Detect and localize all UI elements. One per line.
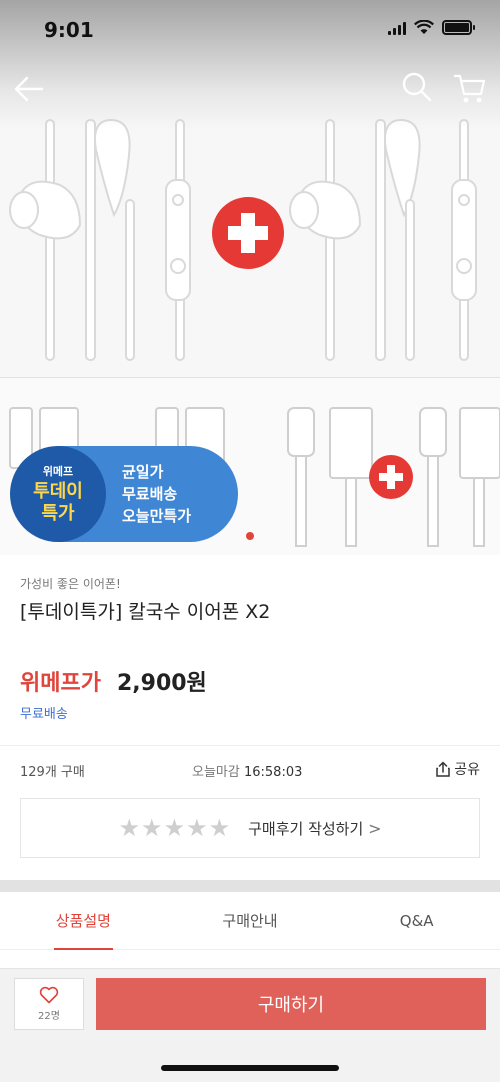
badge-logo: 위메프 투데이 특가: [10, 446, 106, 542]
tab-purchase-info[interactable]: 구매안내: [167, 892, 334, 949]
price-value: 2,900원: [116, 671, 207, 696]
header-nav: [0, 64, 500, 114]
star-icon: ★: [141, 814, 163, 842]
home-indicator: [161, 1065, 339, 1071]
carousel-indicator-dot: [246, 532, 254, 540]
heart-icon: [39, 986, 59, 1004]
write-review-button[interactable]: ★ ★ ★ ★ ★ 구매후기 작성하기 >: [20, 798, 480, 858]
badge-benefit-3: 오늘만특가: [122, 507, 192, 525]
section-gap: [0, 880, 500, 892]
cart-icon[interactable]: [452, 70, 488, 106]
price-label: 위메프가: [20, 671, 101, 696]
divider: [0, 745, 500, 746]
status-icons: [388, 20, 475, 35]
share-icon: [436, 761, 450, 777]
star-icon: ★: [186, 814, 208, 842]
product-subtitle: 가성비 좋은 이어폰!: [20, 577, 121, 591]
status-time: 9:01: [44, 18, 94, 42]
buy-button[interactable]: 구매하기: [96, 978, 486, 1030]
stats-row: 129개 구매 오늘마감 16:58:03 공유: [20, 761, 480, 783]
buy-count: 129개 구매: [20, 765, 85, 780]
wifi-icon: [414, 20, 434, 34]
share-button[interactable]: 공유: [435, 759, 480, 779]
star-icon: ★: [208, 814, 231, 842]
status-bar: 9:01: [0, 0, 500, 60]
share-label: 공유: [454, 762, 480, 778]
star-icon: ★: [118, 814, 141, 842]
wishlist-button[interactable]: 22명: [14, 978, 84, 1030]
star-icon: ★: [163, 814, 186, 842]
chevron-right-icon: >: [368, 818, 382, 838]
bottom-action-bar: 22명 구매하기: [0, 968, 500, 1082]
rating-stars: ★ ★ ★ ★ ★: [119, 816, 231, 840]
product-title: [투데이특가] 칼국수 이어폰 X2: [20, 601, 271, 623]
price-row: 위메프가 2,900원: [20, 665, 207, 697]
write-review-text: 구매후기 작성하기: [248, 819, 364, 838]
search-icon[interactable]: [400, 70, 434, 104]
back-arrow-icon[interactable]: [12, 72, 46, 106]
badge-benefit-1: 균일가: [122, 463, 164, 481]
badge-benefit-2: 무료배송: [122, 485, 178, 503]
signal-icon: [388, 21, 406, 35]
tab-qna[interactable]: Q&A: [333, 892, 500, 949]
wishlist-count: 22명: [38, 1011, 60, 1022]
badge-title-1: 투데이: [33, 481, 83, 502]
badge-title-2: 특가: [41, 503, 75, 524]
battery-icon: [442, 20, 475, 35]
detail-tabs: 상품설명 구매안내 Q&A: [0, 892, 500, 950]
write-review-label: 구매후기 작성하기 >: [248, 818, 381, 839]
deadline-label: 오늘마감: [192, 765, 240, 780]
tab-product-description[interactable]: 상품설명: [0, 892, 167, 950]
deadline: 오늘마감 16:58:03: [192, 761, 302, 780]
today-deal-badge: 균일가 무료배송 오늘만특가 위메프 투데이 특가: [10, 446, 238, 542]
deadline-timer: 16:58:03: [243, 765, 303, 780]
shipping-info: 무료배송: [20, 707, 68, 722]
badge-brand: 위메프: [42, 465, 74, 478]
